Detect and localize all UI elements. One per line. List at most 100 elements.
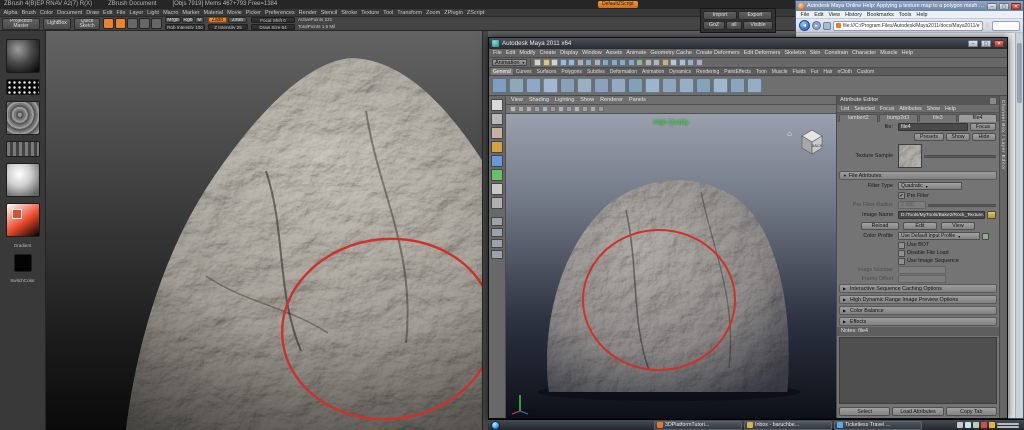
browse-folder-icon[interactable] bbox=[987, 211, 996, 219]
image-name-field[interactable]: D:/Tools/MyTools/Bake2/Rock_Texture.tif bbox=[898, 211, 985, 219]
construction-history-icon[interactable] bbox=[661, 59, 669, 66]
firefox-menu[interactable]: View bbox=[827, 11, 842, 18]
poly-prism-icon[interactable] bbox=[594, 78, 609, 93]
disable-file-load-checkbox[interactable] bbox=[898, 249, 905, 257]
current-stroke-thumbnail[interactable] bbox=[5, 79, 40, 95]
address-bar[interactable]: file:///C:/Program Files/Autodesk/Maya20… bbox=[833, 20, 983, 31]
lasso-tool-icon[interactable] bbox=[491, 113, 503, 125]
zbrush-menu[interactable]: Picker bbox=[244, 9, 262, 16]
panel-dock-icon[interactable] bbox=[990, 97, 996, 104]
firefox-menu[interactable]: History bbox=[844, 11, 864, 18]
select-by-hierarchy-icon[interactable] bbox=[576, 59, 584, 66]
shelf-tab[interactable]: Subdivs bbox=[585, 68, 607, 75]
current-texture-thumbnail[interactable] bbox=[5, 141, 40, 157]
firefox-menu[interactable]: Help bbox=[915, 11, 929, 18]
layout-hypershade-pane-icon[interactable] bbox=[491, 250, 503, 259]
rotate-icon[interactable] bbox=[151, 18, 162, 29]
firefox-menu[interactable]: Bookmarks bbox=[865, 11, 895, 18]
focus-button[interactable]: Focus bbox=[970, 123, 996, 131]
shelf-tab[interactable]: Hair bbox=[821, 68, 834, 75]
current-alpha-thumbnail[interactable] bbox=[5, 101, 40, 135]
current-brush-thumbnail[interactable] bbox=[5, 39, 40, 73]
shelf-tab[interactable]: General bbox=[491, 68, 513, 75]
file-attributes-section[interactable]: File Attributes bbox=[839, 171, 997, 180]
zbrush-menu[interactable]: Transform bbox=[396, 9, 424, 16]
shelf-tab[interactable]: Fur bbox=[809, 68, 821, 75]
field-chart-icon[interactable] bbox=[590, 106, 596, 112]
select-by-component-icon[interactable] bbox=[593, 59, 601, 66]
layout-persp-outliner-icon[interactable] bbox=[491, 239, 503, 248]
poly-helix-icon[interactable] bbox=[645, 78, 660, 93]
poly-cylinder-icon[interactable] bbox=[526, 78, 541, 93]
pre-filter-checkbox[interactable] bbox=[898, 192, 905, 199]
render-view-icon[interactable] bbox=[670, 59, 678, 66]
select-camera-icon[interactable] bbox=[510, 106, 516, 112]
panel-menu[interactable]: Lighting bbox=[553, 96, 576, 104]
firefox-close-button[interactable] bbox=[1011, 2, 1021, 10]
shelf-tab[interactable]: Curves bbox=[514, 68, 534, 75]
open-scene-icon[interactable] bbox=[542, 59, 550, 66]
two-panes-icon[interactable] bbox=[550, 106, 556, 112]
snap-to-grid-icon[interactable] bbox=[602, 59, 610, 66]
goz-visible-button[interactable]: Visible bbox=[743, 21, 773, 30]
zbrush-menu[interactable]: ZPlugin bbox=[443, 9, 465, 16]
zbrush-menu[interactable]: Texture bbox=[360, 9, 381, 16]
zbrush-menu[interactable]: Movie bbox=[226, 9, 244, 16]
input-connections-icon[interactable] bbox=[644, 59, 652, 66]
switch-color-button[interactable]: SwitchColor bbox=[10, 278, 35, 283]
ipr-render-icon[interactable] bbox=[687, 59, 695, 66]
zbrush-menu[interactable]: Stroke bbox=[340, 9, 359, 16]
undo-icon[interactable] bbox=[559, 59, 567, 66]
gate-mask-icon[interactable] bbox=[582, 106, 588, 112]
maya-menu[interactable]: Animate bbox=[624, 49, 648, 57]
poly-pyramid-icon[interactable] bbox=[611, 78, 626, 93]
rotate-tool-icon[interactable] bbox=[491, 155, 503, 167]
switch-color-swatch[interactable] bbox=[13, 254, 32, 272]
collapsed-section[interactable]: Color Balance bbox=[839, 306, 997, 315]
move-icon[interactable] bbox=[127, 18, 138, 29]
shelf-tab[interactable]: Fluids bbox=[791, 68, 808, 75]
zbrush-menu[interactable]: Stencil bbox=[319, 9, 339, 16]
safe-action-icon[interactable] bbox=[598, 106, 604, 112]
nurbs-cube-icon[interactable] bbox=[713, 78, 728, 93]
universal-manipulator-icon[interactable] bbox=[491, 183, 503, 195]
poly-pipe-icon[interactable] bbox=[628, 78, 643, 93]
lock-camera-icon[interactable] bbox=[518, 106, 524, 112]
zbrush-menu[interactable]: Macro bbox=[162, 9, 180, 16]
nurbs-cylinder-icon[interactable] bbox=[730, 78, 745, 93]
default-zscript-button[interactable]: DefaultZScript bbox=[598, 1, 638, 8]
attribute-editor-menu[interactable]: Focus bbox=[878, 105, 896, 112]
poly-cone-icon[interactable] bbox=[543, 78, 558, 93]
view-cube-home-icon[interactable]: ⌂ bbox=[787, 130, 792, 138]
mrgb-button[interactable]: Mrgb bbox=[165, 17, 181, 23]
tool-import-button[interactable]: Import bbox=[703, 11, 737, 20]
quick-sketch-button[interactable]: Quick Sketch bbox=[74, 17, 100, 30]
zbrush-menu[interactable]: ZScript bbox=[465, 9, 485, 16]
frame-offset-field[interactable] bbox=[898, 274, 946, 283]
maya-menu[interactable]: Muscle bbox=[878, 49, 899, 57]
back-icon[interactable]: ◂ bbox=[799, 20, 810, 31]
taskbar-button-3dplatform[interactable]: 3DPlatformTutori... bbox=[654, 420, 742, 430]
maya-viewport[interactable]: High Quality ⌂ BACK bbox=[506, 114, 836, 418]
zbrush-menu[interactable]: Marker bbox=[181, 9, 201, 16]
firefox-menu[interactable]: Tools bbox=[897, 11, 913, 18]
use-bot-checkbox[interactable] bbox=[898, 241, 905, 249]
nurbs-sphere-icon[interactable] bbox=[696, 78, 711, 93]
attribute-editor-tab[interactable]: lambert2 bbox=[839, 114, 878, 122]
shelf-tab[interactable]: nCloth bbox=[836, 68, 854, 75]
shelf-tab[interactable]: Muscle bbox=[770, 68, 790, 75]
firefox-menu[interactable]: File bbox=[799, 11, 811, 18]
bookmark-icon[interactable] bbox=[534, 106, 540, 112]
zbrush-menu[interactable]: Light bbox=[146, 9, 161, 16]
maya-menu[interactable]: Constrain bbox=[822, 49, 850, 57]
maya-close-button[interactable] bbox=[994, 40, 1004, 47]
maya-menu[interactable]: File bbox=[491, 49, 504, 57]
goz-all-button[interactable]: all bbox=[726, 21, 742, 30]
view-button[interactable]: View bbox=[941, 221, 975, 230]
firefox-menu[interactable]: Edit bbox=[813, 11, 825, 18]
filter-type-dropdown[interactable]: Quadratic bbox=[898, 182, 962, 190]
draw-size-slider[interactable]: Draw Size 64 bbox=[251, 24, 295, 30]
taskbar-button-outlook-inbox[interactable]: Inbox - baruchbe... bbox=[744, 420, 832, 430]
zbrush-menu[interactable]: Render bbox=[297, 9, 318, 16]
snap-to-point-icon[interactable] bbox=[619, 59, 627, 66]
